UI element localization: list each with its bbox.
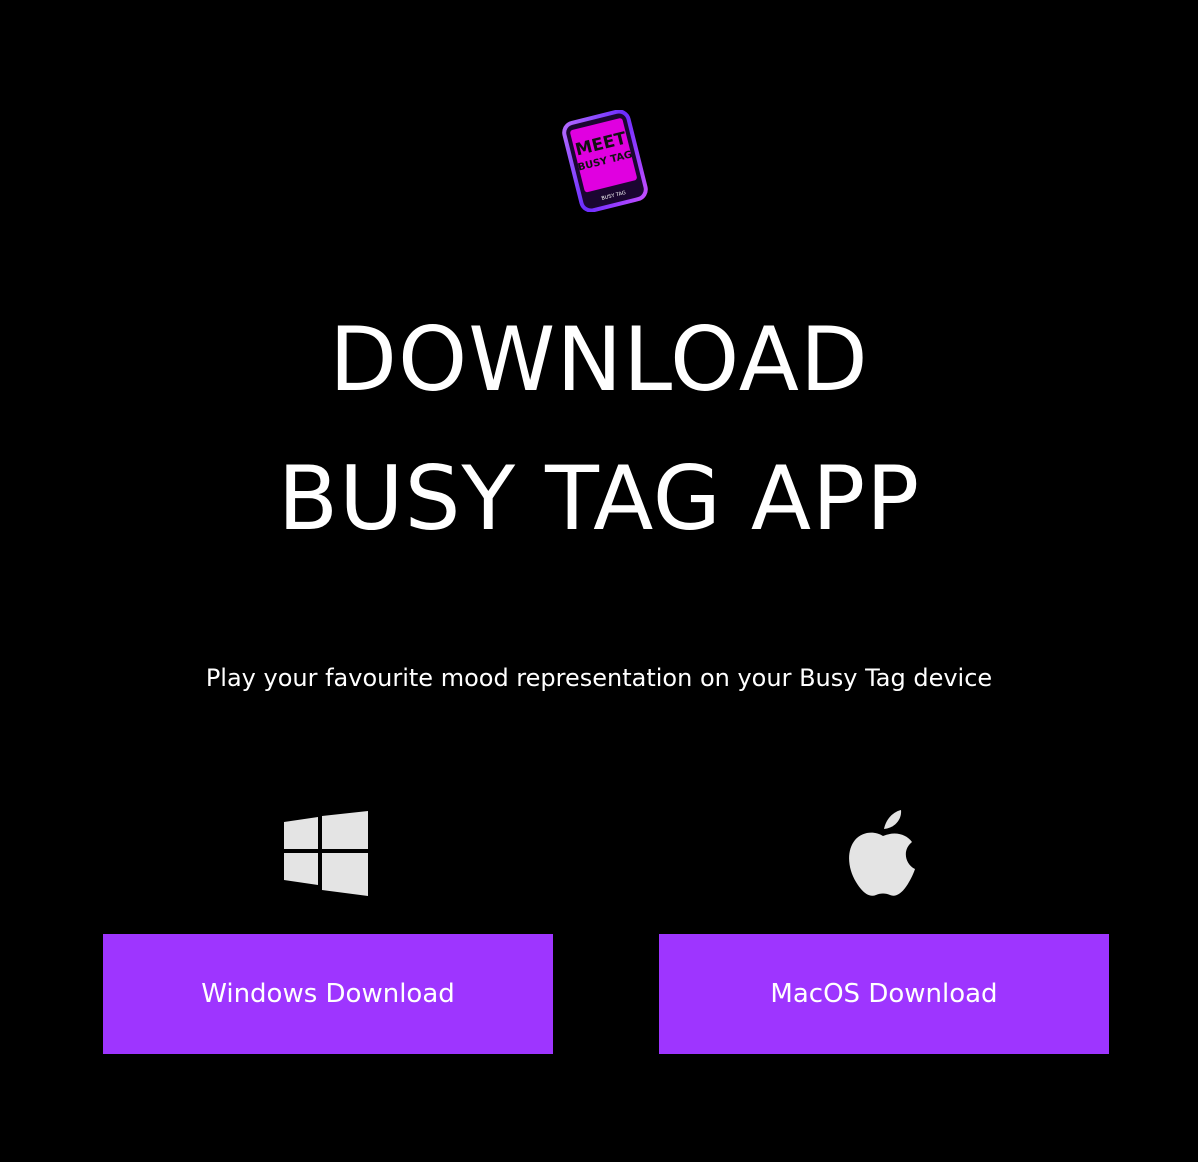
page-title-line1: DOWNLOAD bbox=[329, 308, 869, 411]
apple-logo-icon bbox=[849, 810, 915, 896]
page-title-line2: BUSY TAG APP bbox=[277, 447, 921, 550]
busy-tag-logo: MEET BUSY TAG BUSY TAG bbox=[562, 110, 648, 212]
windows-logo-icon bbox=[284, 811, 368, 896]
page-subtitle: Play your favourite mood representation … bbox=[205, 664, 993, 692]
windows-download-button[interactable]: Windows Download bbox=[103, 934, 553, 1054]
macos-download-button[interactable]: MacOS Download bbox=[659, 934, 1109, 1054]
